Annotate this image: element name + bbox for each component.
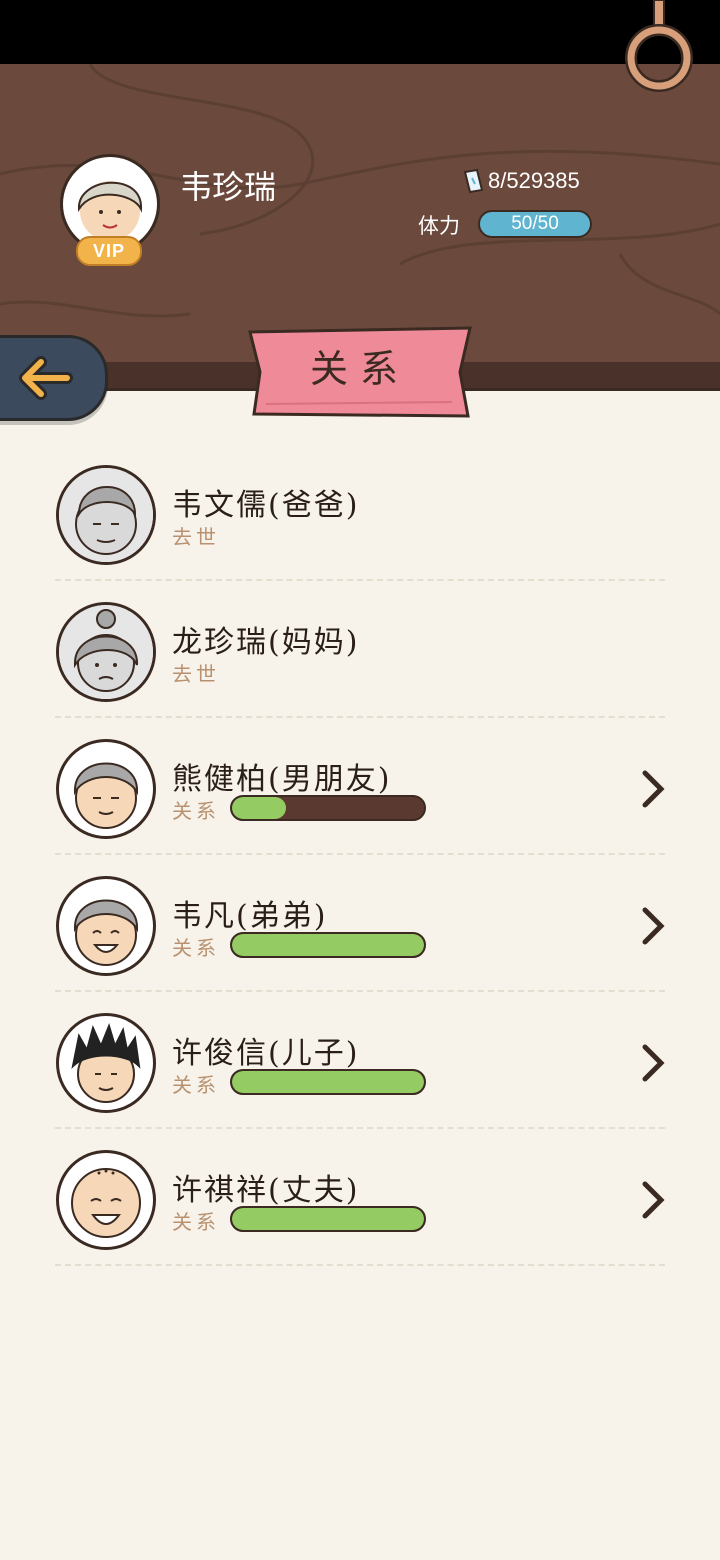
relation-row-brother[interactable]: 韦凡(弟弟) 关系	[0, 855, 720, 992]
stamina-label: 体力	[418, 214, 460, 238]
relation-row-son[interactable]: 许俊信(儿子) 关系	[0, 992, 720, 1129]
vip-badge[interactable]: VIP	[76, 236, 142, 266]
relation-bar-fill	[232, 1071, 424, 1093]
avatar	[56, 1150, 156, 1250]
relation-name: 韦凡(弟弟)	[172, 899, 328, 934]
row-divider	[55, 1264, 665, 1266]
relation-row-husband[interactable]: 许祺祥(丈夫) 关系	[0, 1129, 720, 1266]
relation-label: 关系	[172, 799, 220, 823]
avatar	[56, 739, 156, 839]
relation-name: 熊健柏(男朋友)	[172, 762, 392, 797]
relation-bar	[230, 1206, 426, 1232]
avatar	[56, 602, 156, 702]
gray-hair-man-face-icon	[73, 762, 139, 829]
old-woman-face-icon	[59, 605, 153, 699]
back-arrow-icon	[19, 356, 73, 400]
status-bar	[0, 0, 720, 64]
relation-label: 关系	[172, 1210, 220, 1234]
relation-row-boyfriend[interactable]: 熊健柏(男朋友) 关系	[0, 718, 720, 855]
smiling-man-face-icon	[73, 899, 139, 966]
relation-bar-fill	[232, 797, 286, 819]
page-title: 关系	[309, 347, 410, 391]
relation-bar	[230, 795, 426, 821]
relation-name: 韦文儒(爸爸)	[172, 488, 360, 523]
avatar	[56, 465, 156, 565]
relation-bar	[230, 932, 426, 958]
banknote-icon	[463, 168, 484, 194]
relation-row-mother: 龙珍瑞(妈妈) 去世	[0, 581, 720, 718]
relation-name: 许祺祥(丈夫)	[172, 1173, 360, 1208]
relation-bar	[230, 1069, 426, 1095]
stamina-bar: 50/50	[478, 210, 592, 238]
relation-name: 许俊信(儿子)	[172, 1036, 360, 1071]
chevron-right-icon[interactable]	[640, 1042, 666, 1084]
money-display: 8/529385	[462, 168, 580, 194]
relation-status: 去世	[172, 525, 220, 549]
relation-bar-fill	[232, 1208, 424, 1230]
money-value: 8/529385	[488, 168, 580, 193]
player-name: 韦珍瑞	[180, 168, 277, 206]
back-button[interactable]	[0, 335, 108, 421]
chevron-right-icon[interactable]	[640, 1179, 666, 1221]
relation-label: 关系	[172, 936, 220, 960]
relation-row-father: 韦文儒(爸爸) 去世	[0, 444, 720, 581]
avatar	[56, 876, 156, 976]
chevron-right-icon[interactable]	[640, 905, 666, 947]
relation-label: 关系	[172, 1073, 220, 1097]
relation-bar-fill	[232, 934, 424, 956]
relation-status: 去世	[172, 662, 220, 686]
avatar	[56, 1013, 156, 1113]
chevron-right-icon[interactable]	[640, 768, 666, 810]
old-man-face-icon	[59, 468, 153, 562]
relation-name: 龙珍瑞(妈妈)	[172, 625, 360, 660]
bald-man-face-icon	[71, 1168, 141, 1238]
spiky-hair-boy-face-icon	[71, 1022, 141, 1103]
hook-icon	[625, 0, 693, 92]
